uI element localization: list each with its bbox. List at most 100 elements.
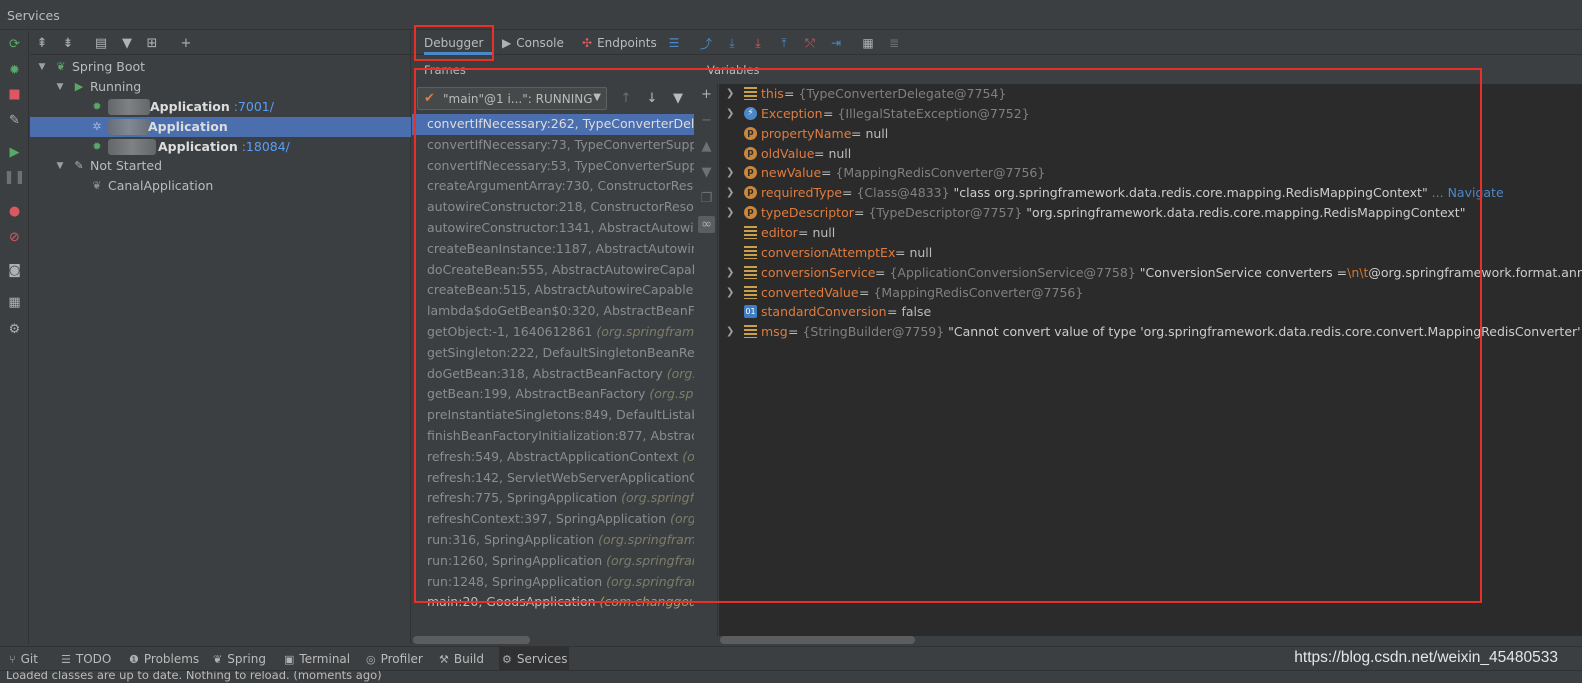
variable-row[interactable]: p oldValue = null [719, 144, 1582, 164]
chevron-right-icon[interactable]: ❯ [726, 203, 736, 223]
arrow-up-icon[interactable]: ↑ [618, 90, 634, 106]
step-over-icon[interactable]: ⤓ [724, 35, 740, 51]
add-watch-icon[interactable]: + [698, 86, 715, 103]
move-up-icon[interactable]: ▲ [698, 138, 715, 155]
settings-icon[interactable]: ⚙ [6, 321, 23, 338]
tree-node-running[interactable]: ▼ ▶ Running [30, 77, 411, 97]
variable-row[interactable]: ❯ p typeDescriptor = {TypeDescriptor@7757}… [719, 203, 1582, 223]
stack-frame[interactable]: main:20, GoodsApplication (com.changgou) [412, 592, 694, 613]
bottom-tab-spring[interactable]: ❦ Spring [210, 647, 274, 671]
bottom-tab-git[interactable]: ⑂ Git [6, 647, 52, 671]
tab-debugger[interactable]: Debugger [424, 31, 494, 55]
evaluate-icon[interactable]: ▦ [860, 35, 876, 51]
app-port[interactable]: :18084/ [238, 139, 290, 154]
new-service-icon[interactable]: ⊞ [144, 35, 160, 51]
chevron-right-icon[interactable]: ❯ [726, 283, 736, 303]
variable-row[interactable]: ❯ this = {TypeConverterDelegate@7754} [719, 84, 1582, 104]
bottom-tab-terminal[interactable]: ▣ Terminal [281, 647, 357, 671]
stop-icon[interactable]: ■ [6, 86, 23, 103]
debug-bug-icon[interactable]: ✹ [6, 62, 23, 79]
stack-frame[interactable]: refresh:549, AbstractApplicationContext … [412, 447, 694, 468]
variable-row[interactable]: ❯ msg = {StringBuilder@7759} "Cannot conv… [719, 322, 1582, 342]
glasses-icon[interactable]: ∞ [698, 216, 715, 233]
show-execution-point-icon[interactable]: ⤴ [698, 35, 714, 51]
mute-breakpoints-icon[interactable]: ⊘ [6, 229, 23, 246]
refresh-icon[interactable]: ⟳ [6, 36, 23, 53]
bottom-tab-build[interactable]: ⚒ Build [436, 647, 492, 671]
layout-icon[interactable]: ▦ [6, 294, 23, 311]
remove-watch-icon[interactable]: − [698, 112, 715, 129]
tree-node-app-2[interactable]: ✲ Application [30, 117, 411, 137]
step-into-icon[interactable]: ⤓ [750, 35, 766, 51]
add-icon[interactable]: + [178, 35, 194, 51]
copy-icon[interactable]: ❐ [698, 190, 715, 207]
tree-node-canal[interactable]: ❦ CanalApplication [30, 176, 411, 196]
drop-frame-icon[interactable]: ⤲ [802, 35, 818, 51]
stack-frame[interactable]: run:1260, SpringApplication (org.springf… [412, 551, 694, 572]
arrow-down-icon[interactable]: ↓ [644, 90, 660, 106]
variable-row[interactable]: ❯ ⚡ Exception = {IllegalStateException@775… [719, 104, 1582, 124]
value-link[interactable]: ... Navigate [1428, 185, 1504, 200]
chevron-right-icon[interactable]: ❯ [726, 183, 736, 203]
camera-icon[interactable]: ◙ [6, 262, 23, 279]
pause-icon[interactable]: ❚❚ [4, 169, 26, 186]
stack-frame[interactable]: createBeanInstance:1187, AbstractAutowir… [412, 239, 694, 260]
trace-icon[interactable]: ≣ [886, 35, 902, 51]
stack-frame[interactable]: refreshContext:397, SpringApplication (o… [412, 509, 694, 530]
chevron-down-icon[interactable]: ▼ [37, 57, 47, 77]
collapse-all-icon[interactable]: ⇟ [60, 35, 76, 51]
stack-frame[interactable]: doGetBean:318, AbstractBeanFactory (org.… [412, 364, 694, 385]
stack-frame[interactable]: autowireConstructor:1341, AbstractAutowi… [412, 218, 694, 239]
tree-node-app-3[interactable]: ✹ Application :18084/ [30, 137, 411, 157]
stack-frame[interactable]: autowireConstructor:218, ConstructorReso… [412, 197, 694, 218]
tree-node-app-1[interactable]: ✹ Application :7001/ [30, 97, 411, 117]
group-icon[interactable]: ▤ [93, 35, 109, 51]
bottom-tab-profiler[interactable]: ◎ Profiler [363, 647, 429, 671]
variables-horizontal-scrollbar[interactable] [720, 636, 915, 644]
stack-frame[interactable]: getBean:199, AbstractBeanFactory (org.sp… [412, 384, 694, 405]
frames-horizontal-scrollbar[interactable] [413, 636, 530, 644]
stack-frame[interactable]: refresh:142, ServletWebServerApplication… [412, 468, 694, 489]
chevron-right-icon[interactable]: ❯ [726, 322, 736, 342]
variable-row[interactable]: ❯ p requiredType = {Class@4833} "class org… [719, 183, 1582, 203]
bottom-tab-todo[interactable]: ☰ TODO [58, 647, 120, 671]
wrench-icon[interactable]: ✎ [6, 112, 23, 129]
expand-all-icon[interactable]: ⇞ [34, 35, 50, 51]
tree-node-spring-boot[interactable]: ▼ ❦ Spring Boot [30, 57, 411, 77]
stack-frame[interactable]: refresh:775, SpringApplication (org.spri… [412, 488, 694, 509]
chevron-down-icon[interactable]: ▼ [55, 77, 65, 97]
bottom-tab-problems[interactable]: ❶ Problems [126, 647, 204, 671]
chevron-right-icon[interactable]: ❯ [726, 263, 736, 283]
stack-frame[interactable]: convertIfNecessary:262, TypeConverterDel… [412, 114, 694, 135]
filter-icon[interactable]: ▼ [670, 90, 686, 106]
app-port[interactable]: :7001/ [230, 99, 274, 114]
variable-row[interactable]: editor = null [719, 223, 1582, 243]
chevron-down-icon[interactable]: ▼ [55, 156, 65, 176]
tab-console[interactable]: ▶ Console [502, 31, 564, 55]
stack-frame[interactable]: getObject:-1, 1640612861 (org.springfram… [412, 322, 694, 343]
chevron-right-icon[interactable]: ❯ [726, 84, 736, 104]
filter-icon[interactable]: ▼ [119, 35, 135, 51]
breakpoints-icon[interactable]: ● [6, 203, 23, 220]
stack-frame[interactable]: createArgumentArray:730, ConstructorReso… [412, 176, 694, 197]
variable-row[interactable]: conversionAttemptEx = null [719, 243, 1582, 263]
stack-frame[interactable]: createBean:515, AbstractAutowireCapableB… [412, 280, 694, 301]
stack-frame[interactable]: convertIfNecessary:73, TypeConverterSupp… [412, 135, 694, 156]
stack-frame[interactable]: doCreateBean:555, AbstractAutowireCapabl… [412, 260, 694, 281]
move-down-icon[interactable]: ▼ [698, 164, 715, 181]
variable-row[interactable]: ❯ p newValue = {MappingRedisConverter@7756… [719, 163, 1582, 183]
stack-frame[interactable]: run:1248, SpringApplication (org.springf… [412, 572, 694, 593]
variable-row[interactable]: ❯ conversionService = {ApplicationConvers… [719, 263, 1582, 283]
variable-row[interactable]: 01 standardConversion = false [719, 302, 1582, 322]
chevron-right-icon[interactable]: ❯ [726, 104, 736, 124]
stack-frame[interactable]: preInstantiateSingletons:849, DefaultLis… [412, 405, 694, 426]
tab-endpoints[interactable]: ✣ Endpoints [582, 31, 657, 55]
tree-node-not-started[interactable]: ▼ ✎ Not Started [30, 156, 411, 176]
stack-frame[interactable]: convertIfNecessary:53, TypeConverterSupp… [412, 156, 694, 177]
stack-frame[interactable]: getSingleton:222, DefaultSingletonBeanRe… [412, 343, 694, 364]
bottom-tab-services[interactable]: ⚙ Services [499, 647, 569, 671]
stack-frame[interactable]: finishBeanFactoryInitialization:877, Abs… [412, 426, 694, 447]
stack-frame[interactable]: run:316, SpringApplication (org.springfr… [412, 530, 694, 551]
run-to-cursor-icon[interactable]: ⇥ [828, 35, 844, 51]
step-out-icon[interactable]: ⤒ [776, 35, 792, 51]
